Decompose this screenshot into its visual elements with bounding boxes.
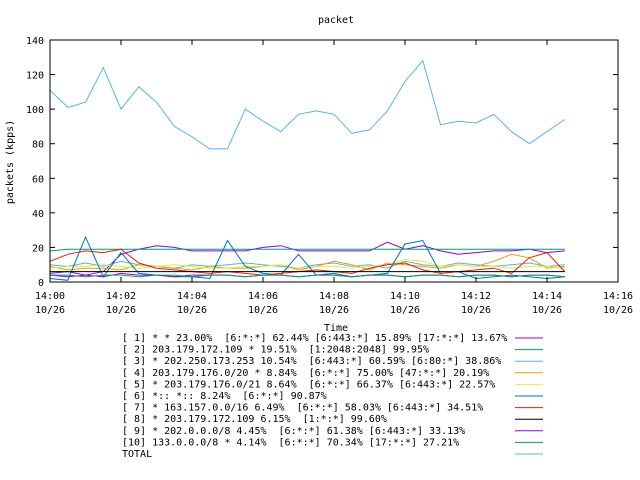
legend-entry-label: [ 5] * 203.179.176.0/21 8.64% [6:*:*] 66… [122,379,495,390]
x-tick-label-date: 10/26 [390,305,420,316]
series-line-10 [50,274,565,278]
y-tick-label: 140 [26,36,44,47]
series-layer [49,59,566,281]
y-tick-label: 120 [26,71,44,82]
chart-title: packet [318,15,354,26]
legend-entry-label: [ 2] 203.179.172.109 * 19.51% [1:2048:20… [122,345,429,356]
y-tick-label: 100 [26,105,44,116]
x-tick-label-date: 10/26 [532,305,562,316]
x-tick-label-time: 14:10 [390,291,420,302]
legend-entry-label: [ 3] * 202.250.173.253 10.54% [6:443:*] … [122,356,501,367]
x-tick-label-time: 14:04 [177,291,207,302]
y-tick-label: 40 [32,209,44,220]
x-tick-label-time: 14:08 [319,291,349,302]
line-chart: packet Time packets (kpps) 0204060801001… [5,15,633,460]
y-tick-label: 60 [32,174,44,185]
x-tick-label-date: 10/26 [106,305,136,316]
legend-entry-label: [10] 133.0.0.0/8 * 4.14% [6:*:*] 70.34% … [122,437,459,448]
y-tick-label: 80 [32,140,44,151]
legend-entry-label: [ 6] *:: *:: 8.24% [6:*:*] 90.87% [122,391,327,402]
x-tick-label-time: 14:12 [461,291,491,302]
x-tick-label-date: 10/26 [603,305,633,316]
x-tick-label-date: 10/26 [177,305,207,316]
y-tick-label: 20 [32,243,44,254]
x-tick-label-time: 14:06 [248,291,278,302]
legend-entry-label: TOTAL [122,449,152,460]
x-tick-label-time: 14:02 [106,291,136,302]
x-tick-label-date: 10/26 [35,305,65,316]
x-tick-label-date: 10/26 [461,305,491,316]
legend-entry-label: [ 4] 203.179.176.0/20 * 8.84% [6:*:*] 75… [122,368,489,379]
series-line-5 [49,258,565,269]
y-tick-label: 0 [38,278,44,289]
series-line-1 [49,241,565,276]
legend: [ 1] * * 23.00% [6:*:*] 62.44% [6:443:*]… [122,333,543,460]
x-tick-label-time: 14:16 [603,291,633,302]
legend-entry-label: [ 1] * * 23.00% [6:*:*] 62.44% [6:443:*]… [122,333,507,344]
chart-container: packet Time packets (kpps) 0 20 40 60 80 100 1… [0,0,640,480]
legend-entry-label: [ 7] * 163.157.0.0/16 6.49% [6:*:*] 58.0… [122,403,483,414]
plot-border [49,39,619,283]
legend-entry-label: [ 8] * 203.179.172.109 6.15% [1:*:*] 99.… [122,414,387,425]
x-tick-label-time: 14:00 [35,291,65,302]
x-tick-label-date: 10/26 [248,305,278,316]
series-line-11 [49,59,566,150]
y-axis-label: packets (kpps) [5,120,16,204]
x-tick-label-date: 10/26 [319,305,349,316]
x-tick-label-time: 14:14 [532,291,562,302]
legend-entry-label: [ 9] * 202.0.0.0/8 4.45% [6:*:*] 61.38% … [122,426,465,437]
